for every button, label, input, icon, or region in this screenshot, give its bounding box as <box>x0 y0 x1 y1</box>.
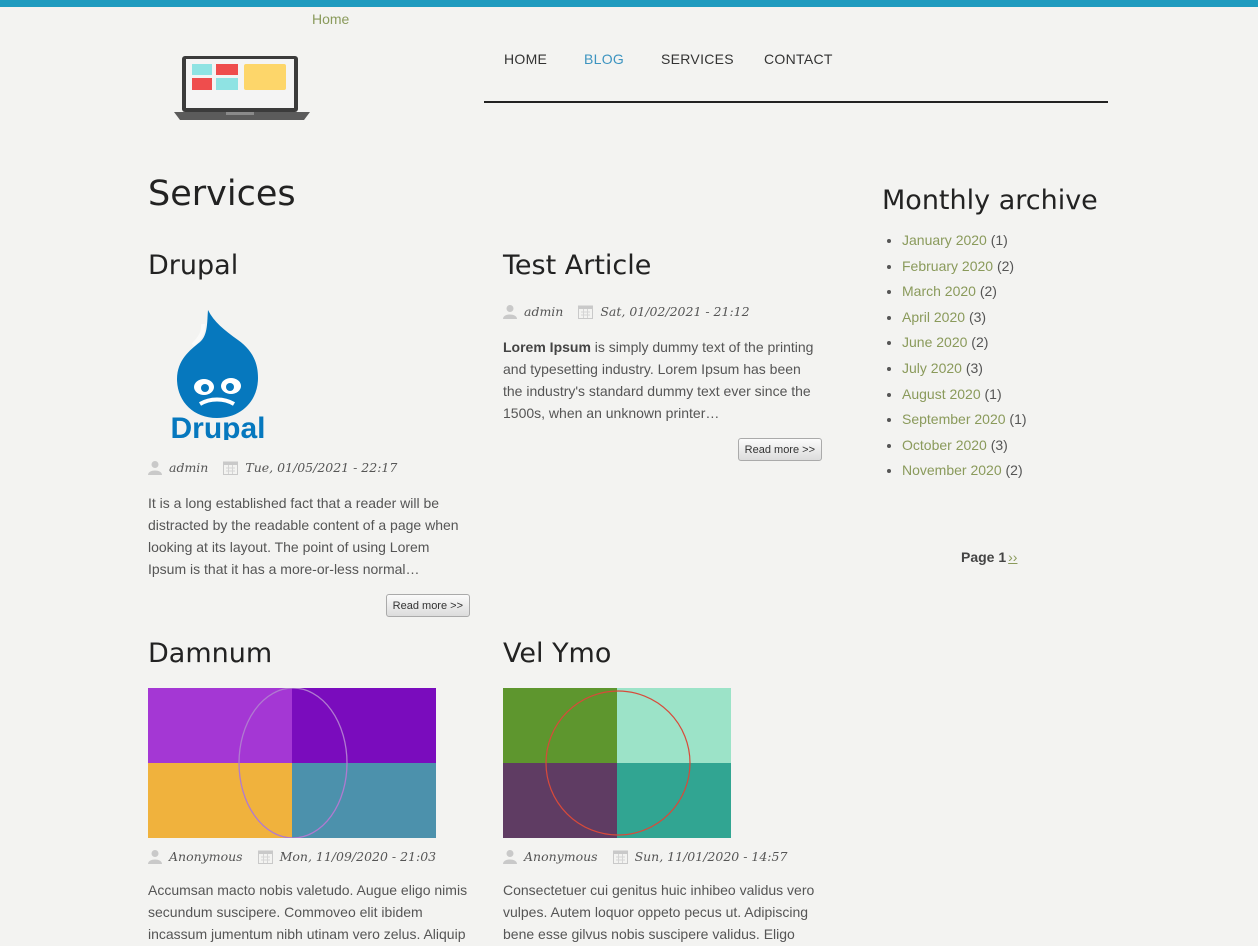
post-date: Sun, 11/01/2020 - 14:57 <box>634 848 788 864</box>
archive-item: January 2020 (1) <box>902 229 1032 251</box>
article-title[interactable]: Drupal <box>148 250 470 281</box>
calendar-icon <box>257 850 273 864</box>
article-thumbnail-image[interactable] <box>148 688 436 838</box>
nav-home[interactable]: HOME <box>504 51 547 67</box>
archive-count: (3) <box>990 436 1008 453</box>
author-name: Anonymous <box>169 848 243 864</box>
pager-current: Page 1 <box>961 549 1007 565</box>
archive-item: November 2020 (2) <box>902 459 1032 481</box>
main-nav: HOME BLOG SERVICES CONTACT <box>484 50 1108 103</box>
archive-count: (3) <box>968 308 987 325</box>
archive-link[interactable]: April 2020 <box>902 309 965 325</box>
drupal-logo-text: Drupal <box>170 412 265 440</box>
article-teaser: Lorem Ipsum is simply dummy text of the … <box>503 336 821 424</box>
article-damnum: Damnum Anonymous Mon, 11/09/2020 - 21:03… <box>148 638 470 946</box>
article-title[interactable]: Vel Ymo <box>503 638 825 669</box>
sidebar-title: Monthly archive <box>882 185 1098 216</box>
article-meta: admin Tue, 01/05/2021 - 22:17 <box>148 458 397 476</box>
teaser-bold-lead: Lorem Ipsum <box>503 339 591 355</box>
archive-link[interactable]: July 2020 <box>902 360 962 376</box>
calendar-icon <box>223 461 239 475</box>
archive-link[interactable]: September 2020 <box>902 411 1006 427</box>
archive-link[interactable]: February 2020 <box>902 258 993 274</box>
article-title[interactable]: Test Article <box>503 250 825 281</box>
archive-item: July 2020 (3) <box>902 357 1032 379</box>
article-teaser: It is a long established fact that a rea… <box>148 495 459 577</box>
user-icon <box>148 460 162 475</box>
user-icon <box>503 304 517 319</box>
archive-count: (1) <box>990 232 1008 248</box>
article-teaser: Accumsan macto nobis valetudo. Augue eli… <box>148 882 468 942</box>
archive-item: March 2020 (2) <box>902 280 1032 302</box>
post-date: Sat, 01/02/2021 - 21:12 <box>600 303 750 319</box>
archive-link[interactable]: June 2020 <box>902 334 967 350</box>
archive-link[interactable]: October 2020 <box>902 437 987 453</box>
archive-count: (2) <box>1005 462 1023 479</box>
archive-count: (3) <box>965 359 983 376</box>
article-test-article: Test Article admin Sat, 01/02/2021 - 21:… <box>503 250 825 465</box>
article-teaser: Consectetuer cui genitus huic inhibeo va… <box>503 882 815 942</box>
nav-services[interactable]: SERVICES <box>661 51 734 67</box>
article-thumbnail-image[interactable] <box>503 688 731 838</box>
author-name: admin <box>524 303 564 319</box>
nav-contact[interactable]: CONTACT <box>764 51 833 67</box>
read-more-button[interactable]: Read more >> <box>737 438 822 461</box>
article-title[interactable]: Damnum <box>148 638 470 669</box>
nav-blog[interactable]: BLOG <box>584 51 624 67</box>
user-icon <box>148 849 162 864</box>
top-accent-bar <box>0 0 1258 7</box>
breadcrumb-home-link[interactable]: Home <box>312 11 349 27</box>
page-title: Services <box>148 174 296 214</box>
pager-next-link[interactable]: ›› <box>1008 549 1017 565</box>
post-date: Tue, 01/05/2021 - 22:17 <box>245 459 398 475</box>
user-icon <box>503 849 517 864</box>
archive-link[interactable]: January 2020 <box>902 232 987 248</box>
read-more-button[interactable]: Read more >> <box>385 594 470 617</box>
monthly-archive-block: Monthly archive January 2020 (1) Februar… <box>882 185 1112 485</box>
archive-count: (2) <box>971 334 989 351</box>
archive-count: (2) <box>979 283 997 300</box>
archive-item: August 2020 (1) <box>902 383 1032 405</box>
archive-item: April 2020 (3) <box>902 306 1032 328</box>
archive-count: (1) <box>1009 411 1027 428</box>
archive-item: February 2020 (2) <box>902 255 1032 277</box>
calendar-icon <box>578 305 594 319</box>
article-vel-ymo: Vel Ymo Anonymous Sun, 11/01/2020 - 14:5… <box>503 638 825 946</box>
author-name: Anonymous <box>524 848 598 864</box>
article-drupal: Drupal Drupal admin Tue, 01/05/2021 - 22… <box>148 250 470 622</box>
calendar-icon <box>612 850 628 864</box>
pager: Page 1 ›› <box>961 549 1017 565</box>
archive-count: (2) <box>996 257 1015 274</box>
archive-item: October 2020 (3) <box>902 434 1032 456</box>
archive-link[interactable]: March 2020 <box>902 283 976 299</box>
archive-count: (1) <box>984 385 1002 402</box>
archive-link[interactable]: November 2020 <box>902 462 1002 478</box>
archive-list: January 2020 (1) February 2020 (2) March… <box>882 229 1032 481</box>
drupal-logo-image[interactable]: Drupal <box>156 308 278 440</box>
archive-link[interactable]: August 2020 <box>902 386 981 402</box>
post-date: Mon, 11/09/2020 - 21:03 <box>279 848 437 864</box>
archive-item: September 2020 (1) <box>902 408 1032 430</box>
author-name: admin <box>169 459 209 475</box>
laptop-logo[interactable] <box>172 54 312 124</box>
article-meta: Anonymous Sun, 11/01/2020 - 14:57 <box>503 847 787 865</box>
archive-item: June 2020 (2) <box>902 331 1032 353</box>
article-meta: admin Sat, 01/02/2021 - 21:12 <box>503 302 750 320</box>
article-meta: Anonymous Mon, 11/09/2020 - 21:03 <box>148 847 436 865</box>
